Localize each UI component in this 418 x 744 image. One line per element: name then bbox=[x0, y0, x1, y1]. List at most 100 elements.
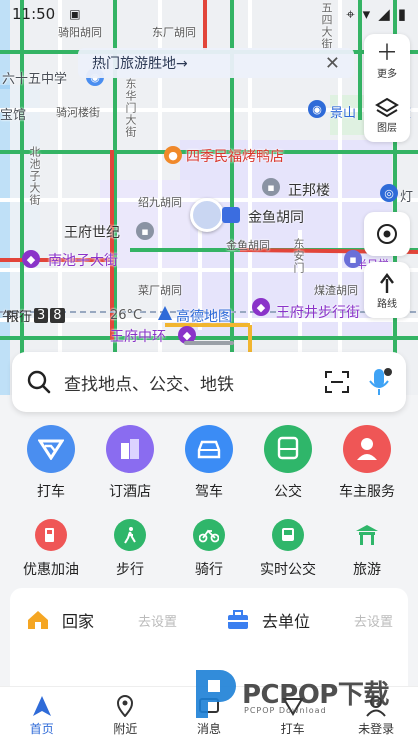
poi-transit-icon[interactable]: ◎ bbox=[380, 184, 398, 202]
grid-item-hotel[interactable]: 订酒店 bbox=[93, 425, 167, 501]
notification-icon: ▣ bbox=[69, 7, 81, 21]
search-input[interactable]: 查找地点、公交、地铁 bbox=[64, 370, 234, 395]
route-label: 路线 bbox=[377, 298, 397, 310]
grid-item-car-owner[interactable]: 车主服务 bbox=[330, 425, 404, 501]
grid-item-travel[interactable]: 旅游 bbox=[330, 515, 404, 579]
gaode-logo-icon bbox=[158, 306, 172, 320]
locate-button[interactable] bbox=[364, 212, 410, 256]
grid-label: 步行 bbox=[116, 562, 144, 578]
service-grid: 打车 订酒店 驾车 公交 车主服务 优惠加油 步行 骑行 实时公交 旅游 bbox=[0, 425, 418, 579]
message-icon bbox=[198, 697, 219, 713]
traffic-limit[interactable]: 限行 3 8 bbox=[6, 306, 65, 325]
bike-icon bbox=[193, 519, 225, 551]
drag-handle[interactable] bbox=[184, 341, 234, 345]
nav-nearby[interactable]: 附近 bbox=[95, 694, 155, 737]
home-icon bbox=[32, 695, 51, 716]
grid-label: 优惠加油 bbox=[23, 562, 79, 578]
more-button[interactable]: ＋ 更多 bbox=[364, 34, 410, 88]
map-controls: ＋ 更多 图层 bbox=[364, 34, 410, 142]
home-set-link[interactable]: 去设置 bbox=[138, 611, 177, 630]
map-label: 东华门大街 bbox=[124, 78, 137, 138]
nav-label: 附近 bbox=[113, 721, 138, 736]
realtime-bus-icon bbox=[272, 519, 304, 551]
map-label: 景山 bbox=[330, 106, 357, 121]
signal-icon: ◢ bbox=[378, 5, 390, 23]
grid-item-walk[interactable]: 步行 bbox=[93, 515, 167, 579]
search-icon bbox=[27, 370, 51, 394]
map-label: 金鱼胡同 bbox=[248, 210, 304, 226]
map-label: 骑河楼街 bbox=[56, 106, 100, 119]
map-label: 高德地图 bbox=[176, 309, 232, 325]
map-label: 灯 bbox=[400, 190, 414, 205]
briefcase-icon bbox=[228, 610, 248, 629]
poi-shopping-icon[interactable]: ◆ bbox=[22, 250, 40, 268]
fuel-icon bbox=[35, 519, 67, 551]
work-shortcut[interactable]: 去单位 去设置 bbox=[226, 608, 393, 632]
bottom-nav: 首页 附近 消息 打车 未登录 bbox=[0, 686, 418, 744]
hot-travel-banner[interactable]: 热门旅游胜地→ ✕ bbox=[78, 48, 354, 78]
map-label: 北池子大街 bbox=[28, 146, 41, 206]
layers-label: 图层 bbox=[377, 122, 397, 134]
hotel-icon bbox=[106, 425, 154, 473]
travel-icon bbox=[351, 519, 383, 551]
route-button[interactable]: 路线 bbox=[364, 262, 410, 318]
close-icon[interactable]: ✕ bbox=[325, 53, 340, 74]
grid-item-fuel[interactable]: 优惠加油 bbox=[14, 515, 88, 579]
map-label: 王府世纪 bbox=[64, 225, 120, 241]
work-set-link[interactable]: 去设置 bbox=[354, 611, 393, 630]
grid-item-bike[interactable]: 骑行 bbox=[172, 515, 246, 579]
grid-item-bus[interactable]: 公交 bbox=[251, 425, 325, 501]
map-label: 四季民福烤鸭店 bbox=[186, 149, 284, 165]
map-label: 王府中环 bbox=[110, 329, 166, 345]
bus-icon bbox=[264, 425, 312, 473]
poi-building-icon[interactable]: ▪ bbox=[136, 222, 154, 240]
poi-hotel-icon[interactable]: ▪ bbox=[344, 250, 362, 268]
poi-building-icon[interactable]: ▪ bbox=[262, 178, 280, 196]
grid-label: 驾车 bbox=[195, 484, 223, 500]
banner-text: 热门旅游胜地→ bbox=[92, 56, 188, 72]
plus-icon: ＋ bbox=[375, 40, 398, 66]
layers-button[interactable]: 图层 bbox=[364, 88, 410, 142]
home-shortcut-icon bbox=[28, 611, 48, 629]
temperature: 26°C bbox=[110, 308, 143, 323]
layers-icon bbox=[375, 97, 399, 117]
grid-label: 车主服务 bbox=[339, 484, 395, 500]
grid-item-drive[interactable]: 驾车 bbox=[172, 425, 246, 501]
shortcut-card: 回家 去设置 去单位 去设置 bbox=[10, 588, 408, 698]
nav-label: 未登录 bbox=[358, 721, 395, 736]
nav-label: 首页 bbox=[29, 721, 54, 736]
taxi-nav-icon bbox=[281, 697, 304, 716]
grid-label: 公交 bbox=[274, 484, 302, 500]
home-shortcut[interactable]: 回家 去设置 bbox=[26, 608, 177, 632]
search-bar[interactable]: 查找地点、公交、地铁 bbox=[12, 352, 406, 412]
voice-icon[interactable] bbox=[368, 367, 392, 397]
poi-restaurant-icon[interactable]: ● bbox=[164, 146, 182, 164]
map-label: 王府井步行街 bbox=[276, 305, 360, 321]
limit-number: 8 bbox=[50, 308, 65, 323]
taxi-icon bbox=[27, 425, 75, 473]
nav-home[interactable]: 首页 bbox=[12, 695, 72, 737]
battery-icon: ▮ bbox=[397, 5, 406, 23]
nav-message[interactable]: 消息 bbox=[179, 695, 239, 737]
map-label: 东安门 bbox=[292, 238, 305, 274]
grid-label: 订酒店 bbox=[109, 484, 151, 500]
wifi-icon: ▾ bbox=[362, 5, 371, 23]
map-label: 绍九胡同 bbox=[138, 196, 182, 209]
map-label: 正邦楼 bbox=[288, 183, 330, 199]
nav-profile[interactable]: 未登录 bbox=[346, 695, 406, 737]
grid-label: 旅游 bbox=[353, 562, 381, 578]
nav-label: 打车 bbox=[280, 721, 305, 736]
nav-taxi[interactable]: 打车 bbox=[263, 695, 323, 737]
poi-shopping-icon[interactable]: ◆ bbox=[252, 298, 270, 316]
more-label: 更多 bbox=[377, 68, 397, 80]
location-status-icon: ⌖ bbox=[346, 5, 355, 23]
scan-icon[interactable] bbox=[324, 370, 350, 394]
grid-item-taxi[interactable]: 打车 bbox=[14, 425, 88, 501]
user-location-avatar[interactable] bbox=[190, 198, 224, 232]
map-label: 南池子大街 bbox=[48, 253, 118, 269]
grid-label: 实时公交 bbox=[260, 562, 316, 578]
map-label: 六十五中学 bbox=[2, 72, 68, 87]
status-time: 11:50 bbox=[12, 5, 56, 23]
grid-item-realtime-bus[interactable]: 实时公交 bbox=[251, 515, 325, 579]
poi-park-icon[interactable]: ◉ bbox=[308, 100, 326, 118]
